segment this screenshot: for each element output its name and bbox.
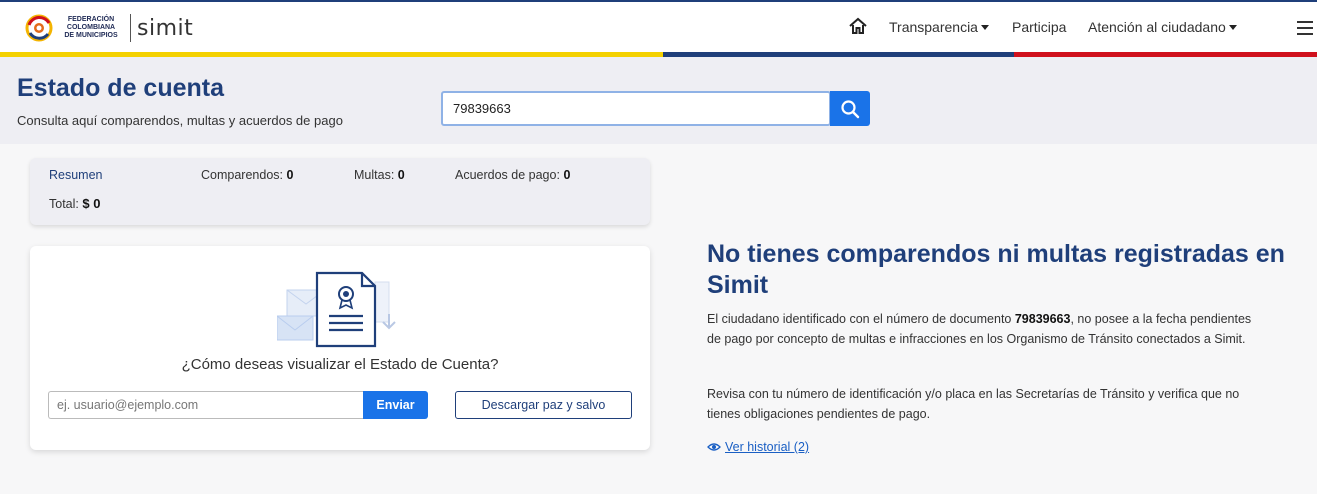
email-field[interactable]: ej. usuario@ejemplo.com <box>48 391 364 419</box>
multas-count: Multas: 0 <box>354 168 405 182</box>
document-certificate-icon <box>276 268 407 350</box>
comparendos-label: Comparendos: <box>201 168 283 182</box>
caret-down-icon <box>980 24 989 30</box>
total-amount: Total: $ 0 <box>49 196 100 211</box>
acuerdos-value: 0 <box>563 168 571 182</box>
multas-label: Multas: <box>354 168 395 182</box>
page-header: Estado de cuenta Consulta aquí comparend… <box>0 57 1317 144</box>
hamburger-icon[interactable] <box>1297 21 1313 35</box>
send-button[interactable]: Enviar <box>363 391 428 419</box>
federation-line: FEDERACIÓN <box>67 16 115 23</box>
nav-item-atencion[interactable]: Atención al ciudadano <box>1088 19 1237 35</box>
nav-label: Transparencia <box>889 19 978 35</box>
total-value: $ 0 <box>82 196 101 211</box>
comparendos-value: 0 <box>286 168 294 182</box>
history-link-text: Ver historial (2) <box>725 440 810 454</box>
eye-icon <box>707 443 721 451</box>
logo[interactable]: FEDERACIÓN COLOMBIANA DE MUNICIPIOS simi… <box>24 10 193 46</box>
comparendos-count: Comparendos: 0 <box>201 168 293 182</box>
no-fines-title: No tienes comparendos ni multas registra… <box>707 240 1285 299</box>
logo-divider <box>130 14 131 42</box>
description-text: El ciudadano identificado con el número … <box>707 312 1015 326</box>
search-button[interactable] <box>830 91 870 126</box>
home-icon[interactable] <box>848 16 868 36</box>
summary-card: Resumen Comparendos: 0 Multas: 0 Acuerdo… <box>30 158 650 225</box>
nav-label: Participa <box>1012 19 1067 35</box>
multas-value: 0 <box>397 168 405 182</box>
acuerdos-label: Acuerdos de pago: <box>455 168 560 182</box>
fcm-logo-icon <box>24 13 54 43</box>
total-label: Total: <box>49 197 79 211</box>
search-icon <box>841 99 860 118</box>
top-navbar: FEDERACIÓN COLOMBIANA DE MUNICIPIOS simi… <box>0 0 1317 52</box>
summary-title: Resumen <box>49 168 103 182</box>
federation-name: FEDERACIÓN COLOMBIANA DE MUNICIPIOS <box>58 16 124 40</box>
view-statement-question: ¿Cómo deseas visualizar el Estado de Cue… <box>181 356 499 373</box>
page-subtitle: Consulta aquí comparendos, multas y acue… <box>17 113 343 128</box>
document-number: 79839663 <box>1014 312 1071 326</box>
nav-item-transparencia[interactable]: Transparencia <box>889 19 989 35</box>
federation-line: DE MUNICIPIOS <box>64 32 118 39</box>
acuerdos-count: Acuerdos de pago: 0 <box>455 168 570 182</box>
statement-card: ¿Cómo deseas visualizar el Estado de Cue… <box>30 246 650 450</box>
view-history-link[interactable]: Ver historial (2) <box>707 440 809 454</box>
caret-down-icon <box>1228 24 1237 30</box>
download-certificate-button[interactable]: Descargar paz y salvo <box>455 391 632 419</box>
nav-item-participa[interactable]: Participa <box>1012 19 1066 35</box>
federation-line: COLOMBIANA <box>66 24 116 31</box>
no-fines-description: El ciudadano identificado con el número … <box>707 309 1267 349</box>
nav-label: Atención al ciudadano <box>1088 19 1226 35</box>
page-title: Estado de cuenta <box>17 74 224 102</box>
simit-logo-text: simit <box>137 15 194 41</box>
verification-note: Revisa con tu número de identificación y… <box>707 387 1240 421</box>
document-search-input[interactable]: 79839663 <box>441 91 831 126</box>
